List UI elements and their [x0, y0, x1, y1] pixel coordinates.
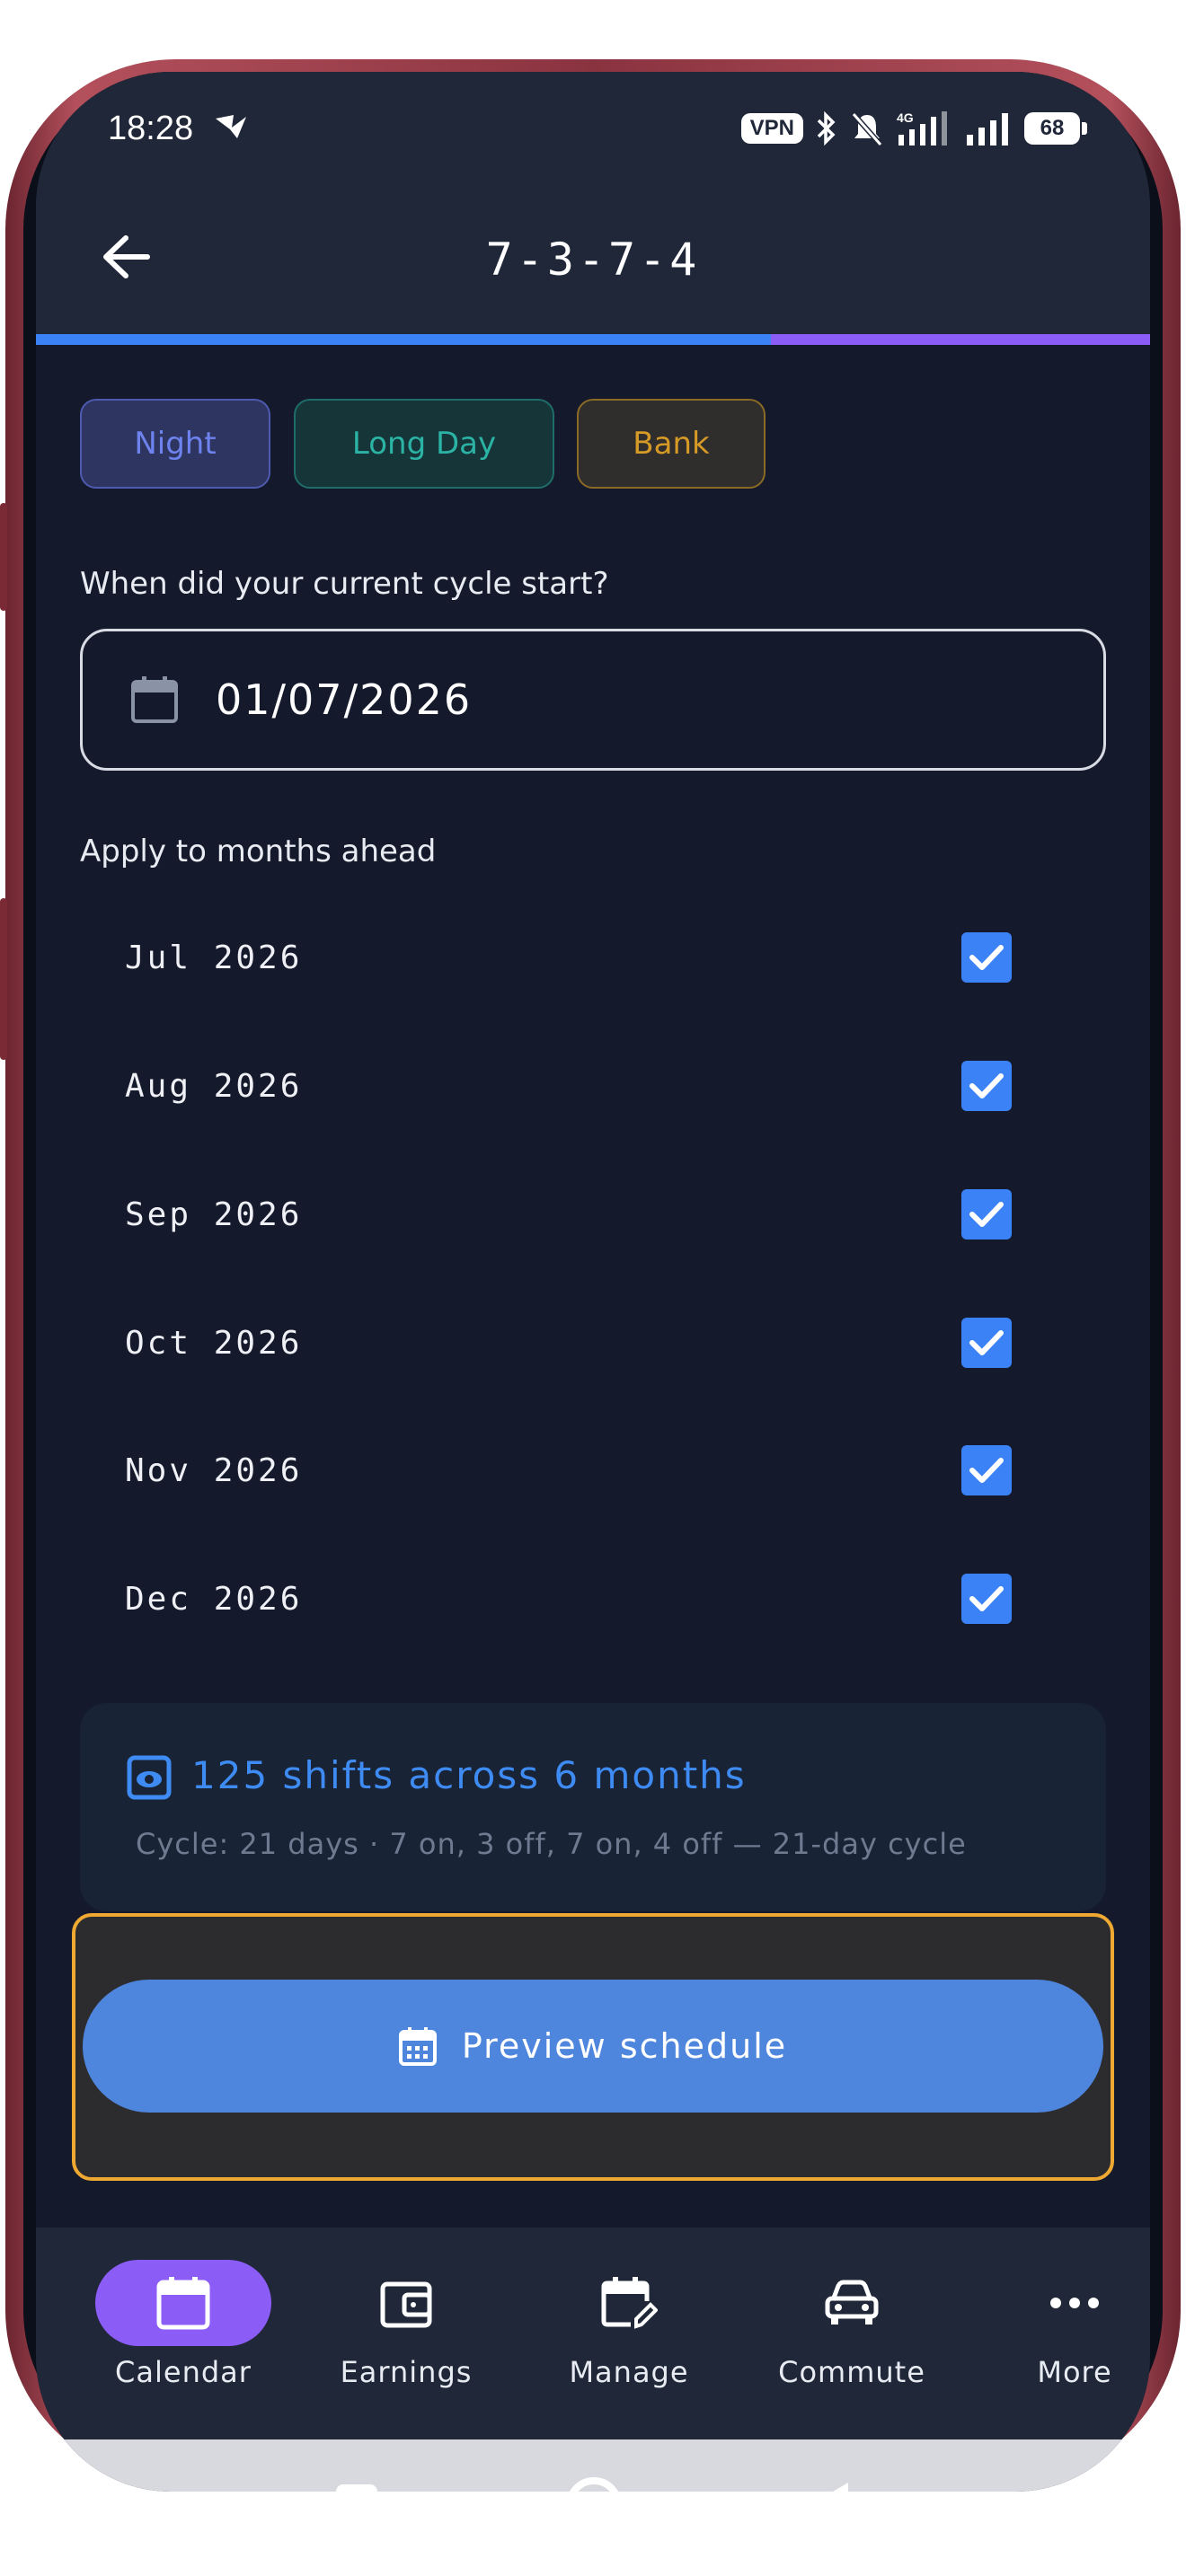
chip-bank[interactable]: Bank — [577, 399, 766, 489]
nav-label: More — [1037, 2355, 1112, 2389]
status-icons: VPN 4G 68 — [740, 110, 1087, 147]
check-icon — [969, 1330, 1004, 1355]
month-label: Aug 2026 — [125, 1067, 303, 1105]
signal-icon — [967, 113, 1008, 146]
summary-subtitle: Cycle: 21 days · 7 on, 3 off, 7 on, 4 of… — [136, 1827, 967, 1861]
month-label: Sep 2026 — [125, 1195, 303, 1233]
nav-item-commute[interactable]: Commute — [753, 2260, 951, 2389]
eye-icon — [127, 1755, 172, 1800]
nav-label: Manage — [569, 2355, 689, 2389]
month-row-dec[interactable]: Dec 2026 — [80, 1535, 1106, 1663]
summary-title: 125 shifts across 6 months — [191, 1753, 747, 1797]
calendar-icon — [131, 676, 178, 723]
signal-4g-icon: 4G — [897, 110, 947, 146]
nav-item-manage[interactable]: Manage — [530, 2260, 728, 2389]
month-checkbox[interactable] — [961, 1061, 1012, 1111]
month-label: Oct 2026 — [125, 1324, 303, 1362]
car-icon — [825, 2280, 879, 2325]
app-screen: 18:28 VPN 4G 68 7-3-7-4 Night Long Day B… — [36, 72, 1150, 2492]
page-title: 7-3-7-4 — [485, 234, 701, 286]
home-button[interactable] — [566, 2477, 622, 2492]
month-checkbox[interactable] — [961, 1318, 1012, 1368]
svg-text:4G: 4G — [897, 110, 914, 125]
month-checkbox[interactable] — [961, 932, 1012, 983]
check-icon — [969, 1458, 1004, 1483]
check-icon — [969, 1202, 1004, 1227]
nav-item-earnings[interactable]: Earnings — [307, 2260, 505, 2389]
month-checkbox[interactable] — [961, 1574, 1012, 1624]
month-label: Nov 2026 — [125, 1451, 303, 1489]
nav-item-calendar[interactable]: Calendar — [84, 2260, 282, 2389]
system-nav-bar — [36, 2439, 1150, 2492]
more-icon — [1050, 2298, 1099, 2308]
month-row-jul[interactable]: Jul 2026 — [80, 894, 1106, 1021]
notification-icon — [216, 115, 246, 138]
month-row-oct[interactable]: Oct 2026 — [80, 1279, 1106, 1407]
check-icon — [969, 945, 1004, 970]
check-icon — [969, 1073, 1004, 1098]
battery-indicator: 68 — [1024, 112, 1087, 145]
vpn-badge: VPN — [740, 113, 803, 144]
month-row-sep[interactable]: Sep 2026 — [80, 1151, 1106, 1278]
calendar-edit-icon — [601, 2277, 658, 2329]
nav-pill — [318, 2260, 494, 2346]
preview-highlight: Preview schedule — [72, 1913, 1114, 2181]
month-row-aug[interactable]: Aug 2026 — [80, 1022, 1106, 1150]
preview-schedule-label: Preview schedule — [461, 2026, 788, 2066]
side-button — [0, 898, 7, 1060]
month-label: Jul 2026 — [125, 939, 303, 976]
nav-pill — [95, 2260, 271, 2346]
nav-pill — [987, 2260, 1150, 2346]
nav-pill — [541, 2260, 717, 2346]
recents-button[interactable] — [336, 2484, 377, 2492]
progress-fill — [36, 334, 772, 345]
nav-item-more[interactable]: More — [976, 2260, 1150, 2389]
back-nav-button[interactable] — [809, 2483, 848, 2492]
months-ahead-label: Apply to months ahead — [80, 834, 437, 869]
month-checkbox[interactable] — [961, 1445, 1012, 1495]
cycle-start-date-field[interactable]: 01/07/2026 — [80, 629, 1106, 771]
chip-night[interactable]: Night — [80, 399, 270, 489]
wallet-icon — [380, 2281, 432, 2328]
nav-pill — [764, 2260, 940, 2346]
nav-label: Commute — [778, 2355, 925, 2389]
side-button — [0, 503, 7, 611]
cycle-start-date: 01/07/2026 — [216, 675, 473, 724]
month-row-nov[interactable]: Nov 2026 — [80, 1407, 1106, 1534]
chip-long-day[interactable]: Long Day — [294, 399, 554, 489]
mute-icon — [851, 112, 883, 146]
calendar-icon — [398, 2027, 437, 2066]
nav-label: Earnings — [340, 2355, 473, 2389]
cycle-start-label: When did your current cycle start? — [80, 566, 609, 602]
calendar-icon — [156, 2277, 210, 2330]
month-checkbox[interactable] — [961, 1189, 1012, 1239]
nav-label: Calendar — [115, 2355, 252, 2389]
bottom-nav: Calendar Earnings Manage Commute More — [36, 2228, 1150, 2439]
bluetooth-icon — [817, 110, 836, 146]
progress-bar — [36, 334, 1150, 345]
preview-schedule-button[interactable]: Preview schedule — [83, 1980, 1103, 2113]
top-bar: 18:28 VPN 4G 68 — [36, 72, 1150, 334]
summary-card: 125 shifts across 6 months Cycle: 21 day… — [80, 1703, 1106, 1911]
check-icon — [969, 1586, 1004, 1611]
status-time: 18:28 — [108, 110, 194, 147]
month-label: Dec 2026 — [125, 1580, 303, 1618]
